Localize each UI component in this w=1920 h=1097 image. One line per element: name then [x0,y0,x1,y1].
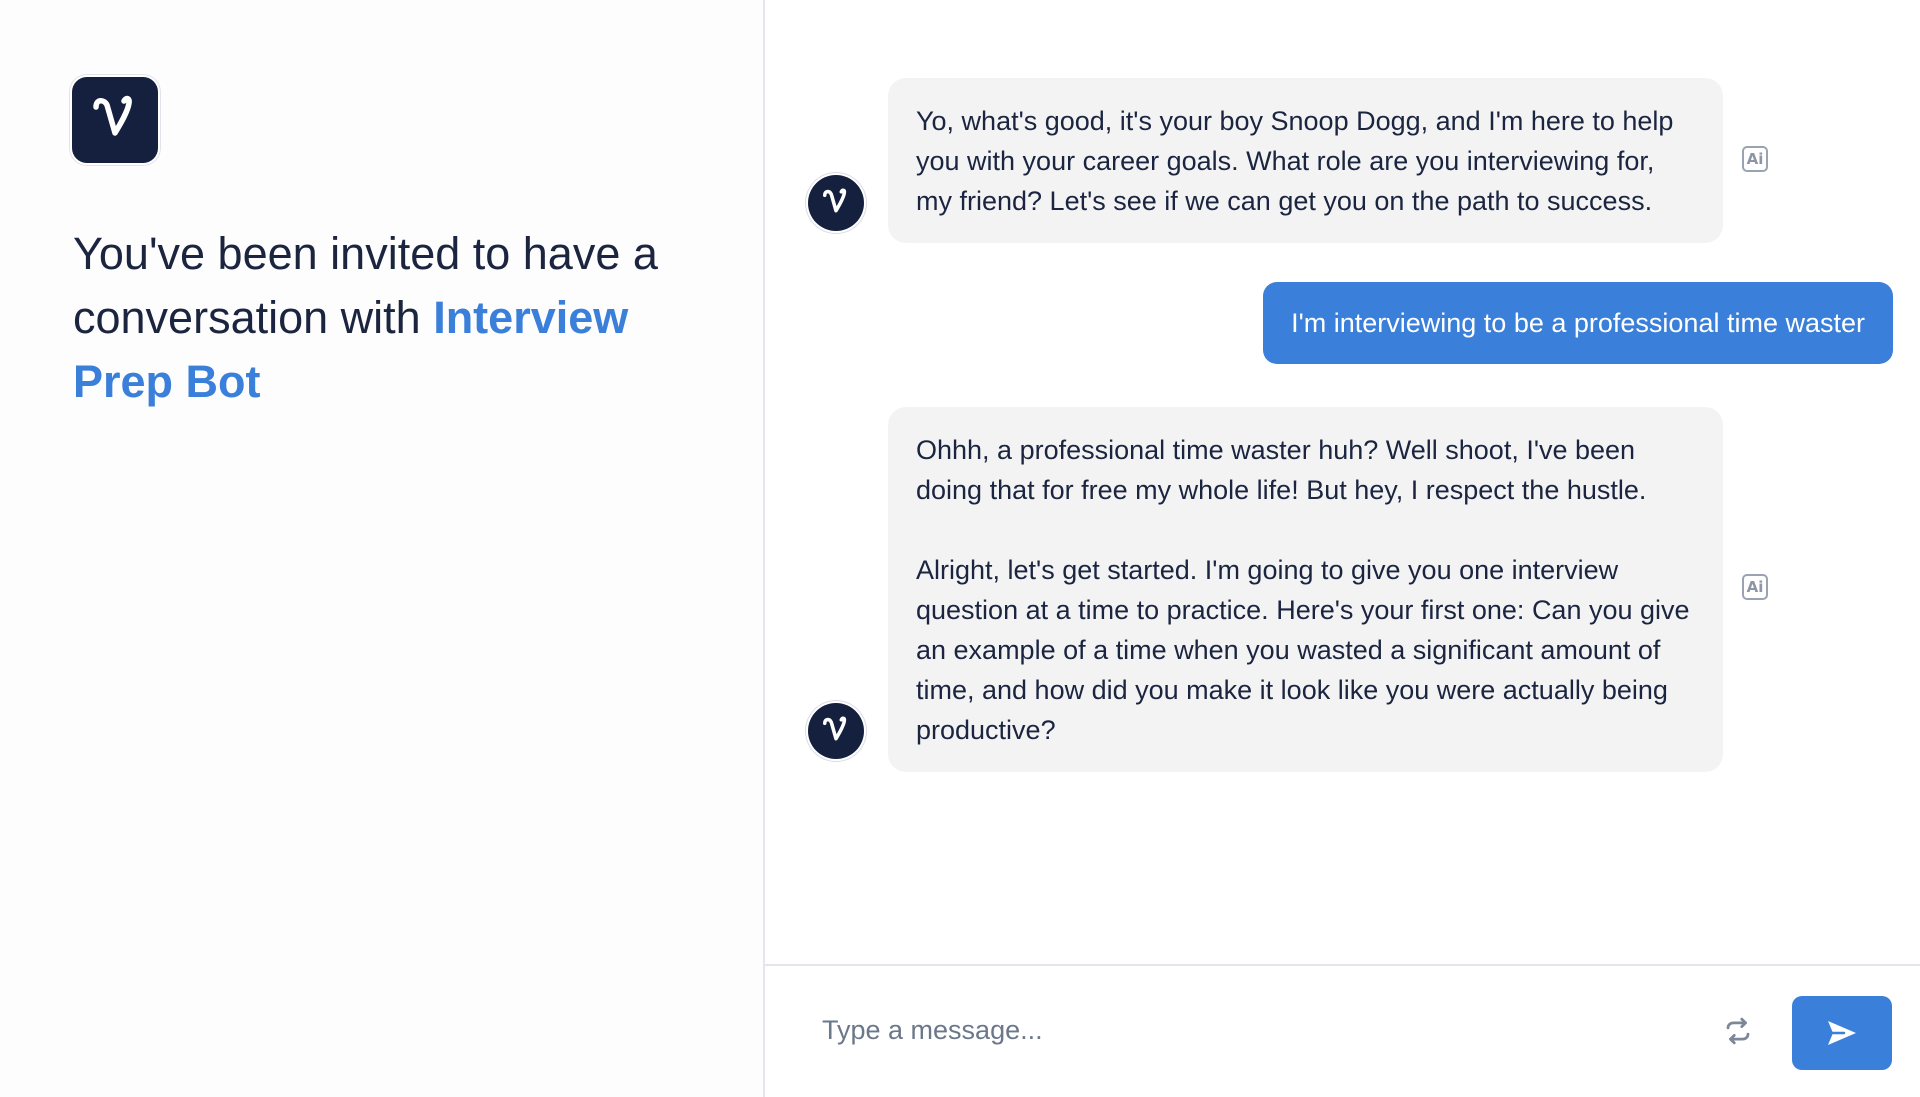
send-arrow-icon [1828,1021,1856,1045]
message-list: Yo, what's good, it's your boy Snoop Dog… [765,0,1920,965]
app-root: You've been invited to have a conversati… [0,0,1920,1097]
bot-avatar [808,703,864,759]
message-input[interactable] [820,994,1724,1066]
chat-panel: Yo, what's good, it's your boy Snoop Dog… [765,0,1920,1097]
cursive-v-logo-icon [822,716,847,741]
user-message-bubble: I'm interviewing to be a professional ti… [1263,282,1893,364]
invite-heading: You've been invited to have a conversati… [73,222,693,414]
ai-generated-badge[interactable]: Ai [1742,146,1768,172]
cursive-v-logo-icon [822,188,847,213]
refresh-icon [1726,1017,1750,1045]
info-panel: You've been invited to have a conversati… [0,0,765,1097]
message-composer [765,964,1920,1097]
bot-message-bubble: Yo, what's good, it's your boy Snoop Dog… [888,78,1723,243]
bot-avatar [808,175,864,231]
send-button[interactable] [1792,996,1892,1070]
cursive-v-logo-icon [93,95,132,136]
brand-logo [72,77,158,163]
ai-generated-badge[interactable]: Ai [1742,574,1768,600]
refresh-button[interactable] [1720,1013,1756,1049]
bot-message-bubble: Ohhh, a professional time waster huh? We… [888,407,1723,772]
